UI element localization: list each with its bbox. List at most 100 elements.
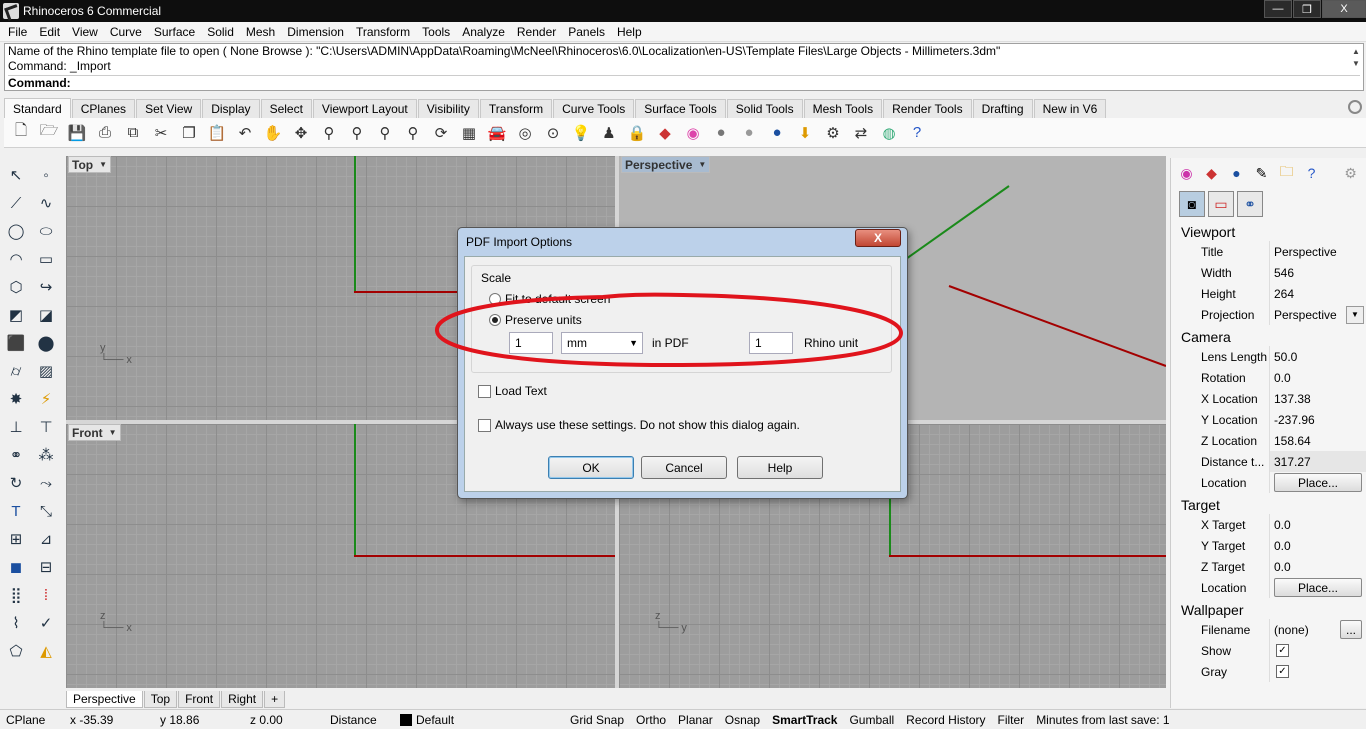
mouse-icon[interactable]: ⬇ (794, 122, 816, 144)
menu-surface[interactable]: Surface (148, 25, 201, 39)
menu-help[interactable]: Help (611, 25, 648, 39)
zoom-window-icon[interactable]: ⚲ (346, 122, 368, 144)
light-icon[interactable]: ✎ (1252, 163, 1271, 183)
box-icon[interactable]: ⬛ (2, 329, 30, 357)
vtab-perspective[interactable]: Perspective (66, 690, 143, 708)
color-wheel-icon[interactable]: ◉ (1177, 163, 1196, 183)
tab-curve-tools[interactable]: Curve Tools (553, 99, 635, 118)
menu-render[interactable]: Render (511, 25, 562, 39)
save-icon[interactable]: 💾 (66, 122, 88, 144)
cplane-icon[interactable]: ⊙ (542, 122, 564, 144)
unit-select[interactable]: mm ▼ (561, 332, 643, 354)
viewport-label-top[interactable]: Top ▼ (68, 156, 112, 173)
cut-icon[interactable]: ✂ (150, 122, 172, 144)
environment-icon[interactable]: ● (1227, 163, 1246, 183)
x-target-field[interactable]: 0.0 (1269, 514, 1366, 535)
paint-icon[interactable]: ◭ (32, 637, 60, 665)
menu-mesh[interactable]: Mesh (240, 25, 281, 39)
point-icon[interactable]: ◦ (32, 161, 60, 189)
close-window-button[interactable]: X (1322, 0, 1366, 18)
viewport-label-perspective[interactable]: Perspective ▼ (621, 156, 711, 173)
tab-new-in-v6[interactable]: New in V6 (1033, 99, 1107, 118)
minimize-button[interactable]: — (1264, 0, 1292, 18)
rotate-icon[interactable]: ↻ (2, 469, 30, 497)
projection-select[interactable]: Perspective ▼ (1269, 304, 1366, 325)
surface-patch-icon[interactable]: ◪ (32, 301, 60, 329)
offset-icon[interactable]: ⤳ (32, 469, 60, 497)
menu-solid[interactable]: Solid (201, 25, 240, 39)
menu-analyze[interactable]: Analyze (456, 25, 511, 39)
shaded-sphere-icon[interactable]: ● (766, 122, 788, 144)
solid-box-icon[interactable]: ◼ (2, 553, 30, 581)
new-icon[interactable]: 🗋 (10, 122, 32, 144)
status-cplane[interactable]: CPlane (0, 713, 64, 727)
ellipse-icon[interactable]: ⬭ (32, 217, 60, 245)
curve-icon[interactable]: ∿ (32, 189, 60, 217)
light-icon[interactable]: 💡 (570, 122, 592, 144)
tab-display[interactable]: Display (202, 99, 260, 118)
fillet-icon[interactable]: ↪ (32, 273, 60, 301)
material-icon[interactable]: ◆ (1202, 163, 1221, 183)
status-layer[interactable]: Default (394, 713, 564, 727)
check-icon[interactable]: ✓ (32, 609, 60, 637)
menu-view[interactable]: View (66, 25, 104, 39)
y-location-field[interactable]: -237.96 (1269, 409, 1366, 430)
menu-file[interactable]: File (2, 25, 33, 39)
globe-icon[interactable]: ◍ (878, 122, 900, 144)
chevron-down-icon[interactable]: ▼ (1346, 305, 1364, 324)
tab-visibility[interactable]: Visibility (417, 99, 479, 118)
toggle-smarttrack[interactable]: SmartTrack (766, 713, 843, 727)
zoom-extents-icon[interactable]: ⚲ (374, 122, 396, 144)
ungroup-icon[interactable]: ⁂ (32, 441, 60, 469)
group-icon[interactable]: ⚭ (2, 441, 30, 469)
folder-icon[interactable]: 🗀 (1277, 163, 1296, 183)
array-linear-icon[interactable]: ⁞ (32, 581, 60, 609)
toggle-ortho[interactable]: Ortho (630, 713, 672, 727)
tab-cplanes[interactable]: CPlanes (71, 99, 136, 118)
pdf-units-input[interactable]: 1 (509, 332, 553, 354)
viewport-label-front[interactable]: Front ▼ (68, 424, 121, 441)
paste-icon[interactable]: 📋 (206, 122, 228, 144)
vtab-front[interactable]: Front (178, 690, 221, 708)
move-icon[interactable]: ✥ (290, 122, 312, 144)
undo-icon[interactable]: ↶ (234, 122, 256, 144)
command-prompt[interactable]: Command: (8, 75, 1360, 91)
dimension-icon[interactable]: ⤡ (32, 497, 60, 525)
toggle-grid-snap[interactable]: Grid Snap (564, 713, 630, 727)
cylinder-icon[interactable]: ⌭ (2, 357, 30, 385)
circle-icon[interactable]: ◯ (2, 217, 30, 245)
grid-icon[interactable]: ⊟ (32, 553, 60, 581)
add-viewport-icon[interactable]: + (264, 690, 286, 708)
car-icon[interactable]: 🚘 (486, 122, 508, 144)
menu-curve[interactable]: Curve (104, 25, 148, 39)
tab-transform[interactable]: Transform (479, 99, 553, 118)
preserve-units-radio[interactable]: Preserve units (489, 313, 582, 327)
block-icon[interactable]: ⊞ (2, 525, 30, 553)
rotate-view-icon[interactable]: ⟳ (430, 122, 452, 144)
polyline-icon[interactable]: ⟋ (2, 189, 30, 217)
vtab-top[interactable]: Top (143, 690, 178, 708)
split-icon[interactable]: ⊥ (2, 413, 30, 441)
tab-select[interactable]: Select (260, 99, 312, 118)
arc-icon[interactable]: ◠ (2, 245, 30, 273)
trim-icon[interactable]: ⚡ (32, 385, 60, 413)
viewport-frame-icon[interactable]: ▭ (1208, 191, 1234, 217)
menu-tools[interactable]: Tools (416, 25, 456, 39)
open-icon[interactable]: 🗁 (38, 122, 60, 144)
import-icon[interactable]: ⧉ (122, 122, 144, 144)
menu-dimension[interactable]: Dimension (281, 25, 350, 39)
target-place-button[interactable]: Place... (1274, 578, 1362, 597)
always-use-checkbox[interactable]: Always use these settings. Do not show t… (478, 418, 800, 432)
copy-icon[interactable]: ❐ (178, 122, 200, 144)
render-mesh-icon[interactable]: ⬠ (2, 637, 30, 665)
browse-button[interactable]: ... (1340, 620, 1362, 639)
show-checkbox[interactable]: ✓ (1276, 644, 1289, 657)
y-target-field[interactable]: 0.0 (1269, 535, 1366, 556)
zoom-icon[interactable]: ⚲ (318, 122, 340, 144)
ok-button[interactable]: OK (548, 456, 634, 479)
rectangle-icon[interactable]: ▭ (32, 245, 60, 273)
gray-checkbox[interactable]: ✓ (1276, 665, 1289, 678)
surface-icon[interactable]: ◩ (2, 301, 30, 329)
tab-solid-tools[interactable]: Solid Tools (726, 99, 803, 118)
camera-icon[interactable]: ◎ (514, 122, 536, 144)
